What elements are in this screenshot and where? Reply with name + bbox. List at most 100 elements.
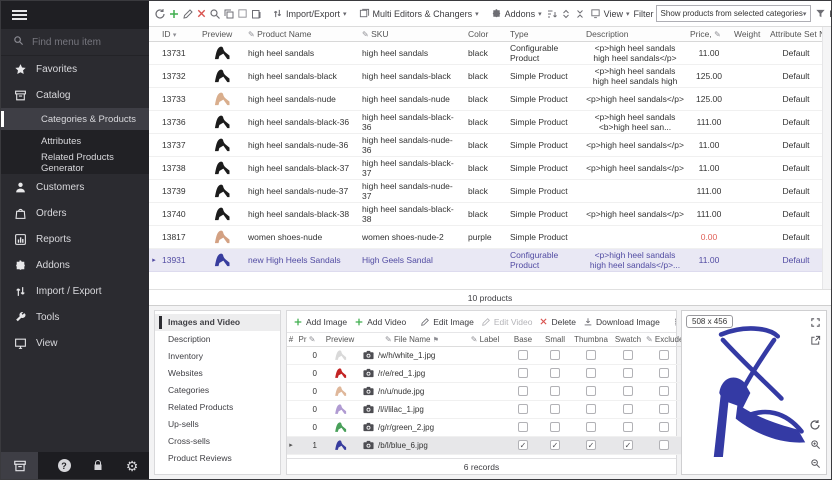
tab-inventory[interactable]: Inventory — [155, 348, 280, 365]
sidebar-item-categories-products[interactable]: Categories & Products — [1, 108, 149, 130]
column-header[interactable]: Weight — [731, 27, 767, 41]
small-checkbox[interactable] — [550, 368, 560, 378]
collapse-rows-icon[interactable] — [574, 5, 586, 23]
exclude-checkbox[interactable] — [659, 368, 669, 378]
help-icon[interactable]: ? — [47, 452, 81, 479]
tab-websites[interactable]: Websites — [155, 365, 280, 382]
edit-image-button[interactable]: Edit Image — [418, 317, 476, 327]
swatch-checkbox[interactable] — [623, 440, 633, 450]
swatch-checkbox[interactable] — [623, 350, 633, 360]
column-header[interactable]: Preview — [199, 27, 245, 41]
sidebar-item-reports[interactable]: Reports — [1, 226, 149, 252]
swatch-checkbox[interactable] — [623, 368, 633, 378]
open-external-icon[interactable] — [808, 333, 822, 347]
zoom-in-icon[interactable] — [808, 437, 822, 451]
image-row[interactable]: 0/r/e/red_1.jpg — [287, 364, 683, 382]
column-header[interactable]: Type — [507, 27, 583, 41]
rotate-icon[interactable] — [808, 418, 822, 432]
tab-categories[interactable]: Categories — [155, 382, 280, 399]
edit-video-button[interactable]: Edit Video — [479, 317, 535, 327]
swatch-checkbox[interactable] — [623, 422, 633, 432]
view-button[interactable]: View▾ — [588, 8, 632, 19]
base-checkbox[interactable] — [518, 422, 528, 432]
product-row[interactable]: 13732high heel sandals-blackhigh heel sa… — [149, 64, 825, 87]
sidebar-item-orders[interactable]: Orders — [1, 200, 149, 226]
small-checkbox[interactable] — [550, 440, 560, 450]
expand-rows-icon[interactable] — [560, 5, 572, 23]
edit-pencil-icon[interactable] — [182, 5, 194, 23]
checkbox-icon[interactable] — [237, 5, 248, 23]
column-header[interactable]: Pr ✎ — [295, 333, 319, 346]
column-header[interactable]: Preview — [319, 333, 361, 346]
column-header[interactable]: Color — [465, 27, 507, 41]
exclude-checkbox[interactable] — [659, 350, 669, 360]
set-resize-rule-button[interactable]: Set Resize Rule — [672, 317, 676, 327]
small-checkbox[interactable] — [550, 386, 560, 396]
product-row[interactable]: 13736high heel sandals-black-36high heel… — [149, 110, 825, 133]
exclude-checkbox[interactable] — [659, 404, 669, 414]
product-row[interactable]: 13738high heel sandals-black-37high heel… — [149, 156, 825, 179]
column-header[interactable]: Swatch — [611, 333, 645, 346]
image-row[interactable]: 0/n/u/nude.jpg — [287, 382, 683, 400]
exclude-checkbox[interactable] — [659, 440, 669, 450]
import-export-button[interactable]: Import/Export▾ — [270, 8, 349, 19]
base-checkbox[interactable] — [518, 350, 528, 360]
sidebar-item-favorites[interactable]: Favorites — [1, 56, 149, 82]
column-header[interactable]: Base — [507, 333, 539, 346]
exclude-checkbox[interactable] — [659, 386, 669, 396]
tab-cross-sells[interactable]: Cross-sells — [155, 433, 280, 450]
hamburger-menu-icon[interactable] — [12, 8, 27, 22]
multi-editors-button[interactable]: Multi Editors & Changers▾ — [357, 8, 481, 19]
base-checkbox[interactable] — [518, 440, 528, 450]
sidebar-item-view[interactable]: View — [1, 330, 149, 356]
column-header[interactable]: Price, ✎ — [687, 27, 731, 41]
thumb-checkbox[interactable] — [586, 386, 596, 396]
sidebar-item-addons[interactable]: Addons — [1, 252, 149, 278]
download-image-button[interactable]: Download Image — [581, 317, 662, 327]
product-row[interactable]: 13731high heel sandalshigh heel sandalsb… — [149, 41, 825, 64]
swatch-checkbox[interactable] — [623, 386, 633, 396]
tab-description[interactable]: Description — [155, 331, 280, 348]
image-row[interactable]: 0/w/h/white_1.jpg — [287, 346, 683, 364]
product-row[interactable]: 13740high heel sandals-black-38high heel… — [149, 202, 825, 225]
search-icon[interactable] — [209, 5, 221, 23]
base-checkbox[interactable] — [518, 386, 528, 396]
column-header[interactable]: Description — [583, 27, 687, 41]
add-image-button[interactable]: Add Image — [291, 317, 349, 327]
sidebar-item-related-products-generator[interactable]: Related Products Generator — [1, 152, 149, 174]
product-row[interactable]: 13733high heel sandals-nudehigh heel san… — [149, 87, 825, 110]
tab-related-products[interactable]: Related Products — [155, 399, 280, 416]
products-scrollbar[interactable] — [822, 27, 831, 289]
product-row[interactable]: 13817women shoes-nudewomen shoes-nude-2p… — [149, 225, 825, 248]
small-checkbox[interactable] — [550, 422, 560, 432]
image-row[interactable]: 0/g/r/green_2.jpg — [287, 418, 683, 436]
column-header[interactable]: ✎ Label — [463, 333, 507, 346]
filter-select[interactable]: Show products from selected categories▾ — [656, 5, 812, 22]
column-header[interactable]: ID ▾ — [159, 27, 199, 41]
tab-images-and-video[interactable]: Images and Video — [155, 314, 280, 331]
sidebar-item-attributes[interactable]: Attributes — [1, 130, 149, 152]
column-header[interactable]: ✎ Product Name — [245, 27, 359, 41]
sidebar-item-catalog[interactable]: Catalog — [1, 82, 149, 108]
image-row[interactable]: 0/l/i/lilac_1.jpg — [287, 400, 683, 418]
thumb-checkbox[interactable] — [586, 440, 596, 450]
thumb-checkbox[interactable] — [586, 422, 596, 432]
column-header[interactable]: Thumbna — [571, 333, 611, 346]
paste-icon[interactable] — [250, 5, 262, 23]
image-row[interactable]: ▸1/b/l/blue_6.jpg — [287, 436, 683, 454]
column-header[interactable]: ✎ SKU — [359, 27, 465, 41]
thumb-checkbox[interactable] — [586, 368, 596, 378]
column-header[interactable]: ✎ File Name ⚑ — [361, 333, 463, 346]
small-checkbox[interactable] — [550, 404, 560, 414]
column-header[interactable]: Small — [539, 333, 571, 346]
addons-button[interactable]: Addons▾ — [489, 8, 544, 19]
base-checkbox[interactable] — [518, 404, 528, 414]
delete-icon[interactable] — [196, 5, 207, 23]
fullscreen-icon[interactable] — [808, 315, 822, 329]
lock-icon[interactable] — [81, 452, 115, 479]
refresh-icon[interactable] — [154, 5, 166, 23]
thumb-checkbox[interactable] — [586, 404, 596, 414]
zoom-out-icon[interactable] — [808, 456, 822, 470]
settings-gear-icon[interactable]: ⚙ — [115, 452, 149, 479]
add-icon[interactable] — [168, 5, 180, 23]
